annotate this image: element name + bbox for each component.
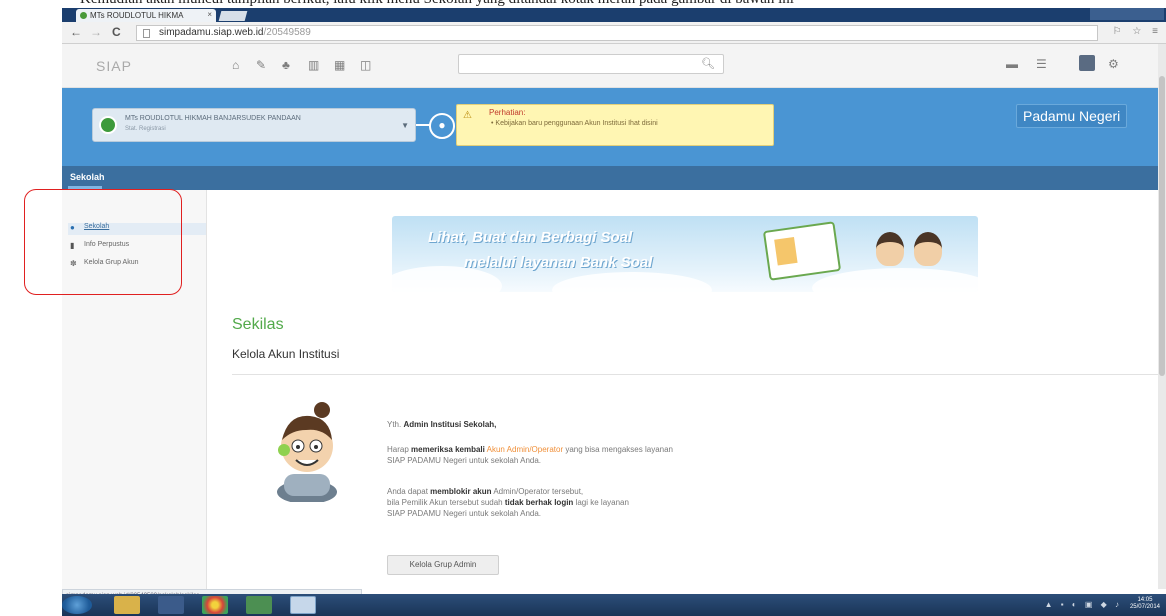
- document-text-strip: Kemudian akan muncul tampilan berikut, l…: [0, 0, 1166, 8]
- favicon-icon: [80, 12, 87, 19]
- mascot-illustration: [277, 402, 337, 502]
- institution-sub: Stat. Registrasi: [125, 126, 166, 132]
- page-scrollbar[interactable]: [1158, 44, 1166, 589]
- url-host: simpadamu.siap.web.id: [159, 27, 264, 38]
- p1-bold: memeriksa kembali: [411, 445, 485, 454]
- p2-text-d: lagi ke layanan: [575, 498, 629, 507]
- grid-icon[interactable]: ◫: [360, 58, 371, 72]
- app-search-input[interactable]: 🔍︎: [458, 54, 724, 74]
- institution-name: MTs ROUDLOTUL HIKMAH BANJARSUDEK PANDAAN: [125, 115, 301, 122]
- cloud-shape: [812, 268, 978, 292]
- clock-time: 14:05: [1137, 597, 1153, 603]
- user-avatar[interactable]: [1079, 55, 1095, 71]
- warning-text[interactable]: • Kebijakan baru penggunaan Akun Institu…: [491, 119, 721, 128]
- page-icon: [143, 29, 150, 38]
- app-toolbar: SIAP ⌂ ✎ ♣ ▥ ▦ ◫ 🔍︎ ▬ ☰ ⚙: [62, 44, 1166, 88]
- p1-text-c: SIAP PADAMU Negeri untuk sekolah Anda.: [387, 456, 542, 465]
- settings-icon[interactable]: ⚙: [1108, 57, 1119, 71]
- p2-text-b: Admin/Operator tersebut,: [493, 487, 584, 496]
- greeting-recipient: Admin Institusi Sekolah,: [403, 420, 497, 429]
- kelola-grup-admin-button[interactable]: Kelola Grup Admin: [387, 555, 499, 575]
- document-text: Kemudian akan muncul tampilan berikut, l…: [80, 0, 794, 8]
- taskbar-clock[interactable]: 14:05 25/07/2014: [1130, 597, 1160, 611]
- scrollbar-thumb[interactable]: [1159, 76, 1165, 376]
- main-nav: Sekolah: [62, 166, 1158, 190]
- p2-bold: memblokir akun: [430, 487, 492, 496]
- highlight-box: [24, 189, 182, 295]
- clock-date: 25/07/2014: [1129, 604, 1160, 610]
- paragraph-2: Anda dapat memblokir akun Admin/Operator…: [387, 486, 947, 519]
- akun-admin-link[interactable]: Akun Admin/Operator: [487, 445, 563, 454]
- close-tab-icon[interactable]: ×: [207, 10, 212, 19]
- address-bar: ← → C simpadamu.siap.web.id/20549589 ⚐ ☆…: [62, 22, 1166, 44]
- mail-icon[interactable]: ▬: [1006, 57, 1018, 71]
- siap-logo[interactable]: SIAP: [96, 58, 132, 74]
- app-icon[interactable]: [246, 596, 272, 614]
- greeting-prefix: Yth.: [387, 420, 402, 429]
- page-subtitle: Kelola Akun Institusi: [232, 347, 340, 361]
- windows-taskbar: ▲ ▪ ◐ ▣ ◆ ♪ 14:05 25/07/2014: [62, 594, 1166, 616]
- search-icon[interactable]: 🔍︎: [701, 57, 715, 70]
- reload-button[interactable]: C: [112, 25, 121, 39]
- banner-line-2: melalui layanan Bank Soal: [464, 254, 653, 271]
- system-tray[interactable]: ▲ ▪ ◐ ▣ ◆ ♪: [1045, 600, 1122, 609]
- list-icon[interactable]: ☰: [1036, 57, 1047, 71]
- divider: [232, 374, 1158, 375]
- tab-title: MTs ROUDLOTUL HIKMA: [90, 11, 184, 20]
- url-path: /20549589: [263, 27, 311, 38]
- kid-illustration: [876, 232, 904, 266]
- app-header: MTs ROUDLOTUL HIKMAH BANJARSUDEK PANDAAN…: [62, 88, 1158, 166]
- new-tab-button[interactable]: [218, 11, 248, 21]
- p1-text-a: Harap: [387, 445, 409, 454]
- book-illustration: [762, 221, 842, 281]
- chevron-down-icon[interactable]: ▼: [401, 121, 409, 130]
- bank-soal-banner[interactable]: Lihat, Buat dan Berbagi Soal melalui lay…: [392, 216, 978, 292]
- kid-illustration: [914, 232, 942, 266]
- p2-text-c: bila Pemilik Akun tersebut sudah: [387, 498, 503, 507]
- p2-text-a: Anda dapat: [387, 487, 428, 496]
- users-icon[interactable]: ♣: [282, 58, 290, 72]
- chrome-icon[interactable]: [202, 596, 228, 614]
- word-icon[interactable]: [290, 596, 316, 614]
- window-controls[interactable]: [1090, 8, 1164, 20]
- home-icon[interactable]: ⌂: [232, 58, 239, 72]
- institution-icon: [99, 116, 117, 134]
- padamu-negeri-brand[interactable]: Padamu Negeri: [1016, 104, 1128, 128]
- back-button[interactable]: ←: [70, 25, 82, 39]
- greeting-line: Yth. Admin Institusi Sekolah,: [387, 419, 947, 430]
- start-button[interactable]: [62, 596, 92, 614]
- warning-notice: ⚠ Perhatian: • Kebijakan baru penggunaan…: [456, 104, 774, 146]
- banner-line-1: Lihat, Buat dan Berbagi Soal: [428, 229, 633, 246]
- screenshot: Kemudian akan muncul tampilan berikut, l…: [0, 0, 1166, 616]
- browser-tab-bar: MTs ROUDLOTUL HIKMA ×: [62, 8, 1166, 22]
- circle-action-button[interactable]: ●: [429, 113, 455, 139]
- tab-sekolah[interactable]: Sekolah: [70, 172, 105, 182]
- warning-icon: ⚠: [463, 110, 472, 121]
- p1-text-b: yang bisa mengakses layanan: [565, 445, 673, 454]
- cloud-shape: [552, 272, 712, 292]
- page-title: Sekilas: [232, 316, 284, 333]
- connector-line: [416, 124, 430, 126]
- p2-text-e: SIAP PADAMU Negeri untuk sekolah Anda.: [387, 509, 542, 518]
- url-input[interactable]: simpadamu.siap.web.id/20549589: [136, 25, 1098, 41]
- media-icon[interactable]: [158, 596, 184, 614]
- tools-icon[interactable]: ✎: [256, 58, 266, 72]
- explorer-icon[interactable]: [114, 596, 140, 614]
- p2-bold-2: tidak berhak login: [504, 498, 574, 507]
- institution-selector[interactable]: MTs ROUDLOTUL HIKMAH BANJARSUDEK PANDAAN…: [92, 108, 416, 142]
- forward-button[interactable]: →: [90, 25, 102, 39]
- browser-tab[interactable]: MTs ROUDLOTUL HIKMA ×: [76, 9, 216, 22]
- building-icon[interactable]: ▥: [308, 58, 319, 72]
- paragraph-1: Harap memeriksa kembali Akun Admin/Opera…: [387, 444, 947, 466]
- calendar-icon[interactable]: ▦: [334, 58, 345, 72]
- warning-title: Perhatian:: [489, 108, 526, 117]
- browser-menu-icons[interactable]: ⚐ ☆ ≡: [1113, 26, 1162, 37]
- browser-window: MTs ROUDLOTUL HIKMA × ← → C simpadamu.si…: [62, 8, 1166, 616]
